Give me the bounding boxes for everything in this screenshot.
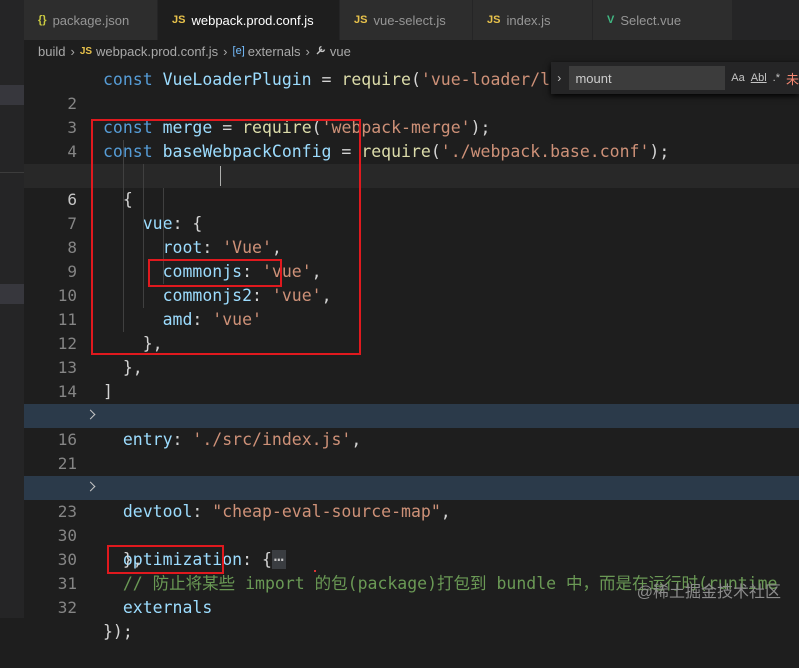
code-line: 3 const baseWebpackConfig = require('./w… [24,92,799,161]
fold-chevron-icon[interactable] [87,409,95,421]
tab-label: package.json [52,12,130,28]
tab-label: Select.vue [620,12,682,28]
fold-chevron-icon[interactable] [87,481,95,493]
sidebar-selected-row[interactable] [0,85,24,105]
red-marker-dot [314,570,316,572]
find-input[interactable]: mount [569,66,726,90]
activity-sidebar [0,0,24,618]
code-line: 14 module.exports = merge(baseWebpackCon… [24,356,799,425]
regex-toggle[interactable]: .* [773,72,780,84]
code-line-folded: 23 optimization: {⋯ [24,476,799,569]
code-text: }); [103,622,133,641]
code-line: 30 }, [24,500,799,569]
tab-label: index.js [506,12,551,28]
js-file-icon: JS [172,14,186,26]
json-file-icon: {} [38,14,47,26]
tab-label: vue-select.js [373,12,446,28]
sidebar-divider [0,172,24,173]
tab-index-js[interactable]: JS index.js [473,0,593,40]
find-widget: › mount Aa Abl .* 未 [551,62,799,94]
watermark: @稀土掘金技术社区 [636,584,781,601]
tab-vue-select-js[interactable]: JS vue-select.js [340,0,473,40]
line-number: 32 [57,598,77,617]
tab-select-vue[interactable]: V Select.vue [593,0,733,40]
code-line: 22 devtool: "cheap-eval-source-map", [24,452,799,521]
js-file-icon: JS [487,14,501,26]
highlight-box-amd [148,259,282,287]
tab-label: webpack.prod.conf.js [191,12,314,28]
chevron-right-icon[interactable]: › [551,71,567,85]
sidebar-selected-row[interactable] [0,284,24,304]
tab-package-json[interactable]: {} package.json [24,0,158,40]
js-file-icon: JS [354,14,368,26]
code-line: 15 entry: './src/index.js', [24,380,799,449]
code-text: externals [122,598,213,617]
match-case-toggle[interactable]: Aa [731,72,744,84]
code-line-folded: 16 output: {⋯ [24,404,799,497]
tab-webpack-prod-conf[interactable]: JS webpack.prod.conf.js [158,0,340,40]
code-line: 21 }, [24,428,799,497]
vue-file-icon: V [607,14,615,26]
editor-tab-bar: {} package.json JS webpack.prod.conf.js … [24,0,799,40]
find-result-text: 未 [785,71,799,87]
highlight-box-externals-array [91,119,361,355]
highlight-box-externals-usage [107,545,224,574]
whole-word-toggle[interactable]: Abl [751,72,767,84]
find-input-value: mount [575,70,612,86]
